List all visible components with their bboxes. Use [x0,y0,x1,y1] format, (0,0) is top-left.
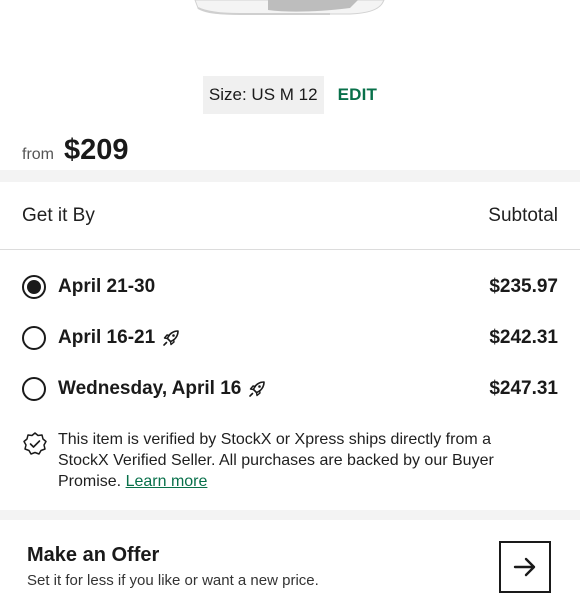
radio-unselected-icon[interactable] [22,326,46,350]
radio-unselected-icon[interactable] [22,377,46,401]
make-offer-title: Make an Offer [27,544,160,566]
make-offer-subtitle: Set it for less if you like or want a ne… [27,572,319,589]
arrow-right-icon [513,557,536,577]
verification-notice: This item is verified by StockX or Xpres… [22,429,542,492]
radio-selected-icon[interactable] [22,275,46,299]
subtotal-label: Subtotal [488,204,558,226]
make-offer-button[interactable] [499,541,551,593]
size-chip[interactable]: Size: US M 12 [202,76,324,114]
size-selector-row: Size: US M 12 EDIT [0,76,580,114]
delivery-option[interactable]: Wednesday, April 16 $247.31 [22,374,558,404]
verification-text: This item is verified by StockX or Xpres… [58,431,494,490]
delivery-option-label: Wednesday, April 16 [58,378,267,400]
delivery-option-price: $247.31 [489,378,558,399]
price-row: from $209 [22,134,129,167]
delivery-option[interactable]: April 16-21 $242.31 [22,323,558,353]
rocket-icon [163,330,179,346]
lowest-price: $209 [64,134,129,166]
delivery-option-price: $235.97 [489,276,558,297]
rocket-icon [249,381,266,397]
section-divider [0,510,580,520]
delivery-option[interactable]: April 21-30 $235.97 [22,272,558,302]
learn-more-link[interactable]: Learn more [126,473,208,490]
section-divider [0,170,580,182]
get-it-by-label: Get it By [22,204,95,226]
from-label: from [22,146,54,163]
delivery-option-label: April 16-21 [58,327,181,349]
delivery-option-label: April 21-30 [58,276,156,297]
delivery-header: Get it By Subtotal [0,182,580,250]
edit-size-link[interactable]: EDIT [338,85,378,105]
verified-badge-icon [23,432,47,455]
delivery-option-price: $242.31 [489,327,558,348]
sneaker-image [194,0,385,15]
